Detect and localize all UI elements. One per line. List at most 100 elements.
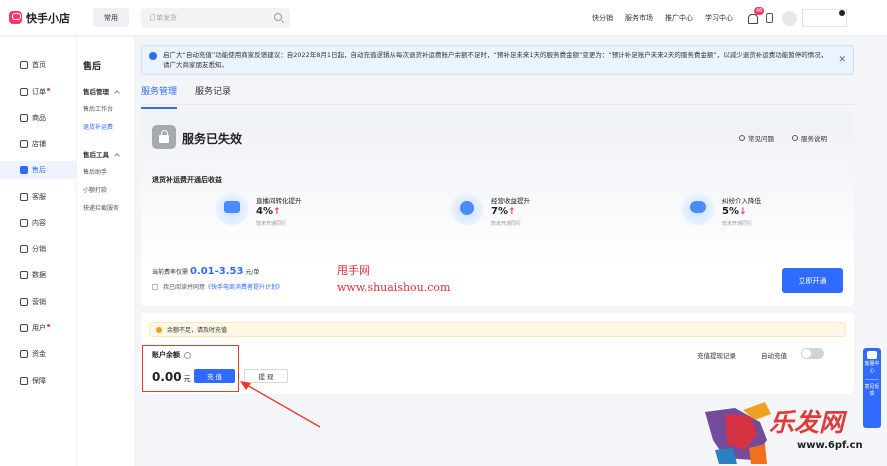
top-nav-link-learn[interactable]: 学习中心: [705, 13, 733, 23]
benefit-note: 较未开通同行: [491, 221, 522, 227]
sidebar-item-label: 售后: [32, 166, 46, 174]
app-logo[interactable]: 快手小店: [9, 10, 87, 26]
sidebar-item-label: 内容: [32, 219, 46, 227]
bell-icon[interactable]: 46: [747, 7, 765, 24]
tab-service-manage[interactable]: 服务管理: [141, 84, 178, 109]
subnav-item-return-freight[interactable]: 退货补运费: [83, 122, 113, 131]
sidebar-item-home[interactable]: 首页: [0, 56, 76, 74]
sidebar-item-label: 分销: [32, 245, 46, 253]
notice-banner: 启广大“自动充值”功能使用商家反馈建议：自2022年8月1日起，自动充值逻辑从每…: [141, 45, 854, 75]
close-icon[interactable]: ✕: [838, 55, 846, 65]
search-placeholder: 订单发货: [149, 13, 177, 22]
common-button[interactable]: 常用: [93, 8, 129, 27]
customer-service-button[interactable]: 客服中心: [863, 361, 881, 375]
status-title: 服务已失效: [182, 132, 243, 146]
top-nav-link-promo[interactable]: 推广中心: [665, 13, 693, 23]
sidebar-item-guarantee[interactable]: 保障: [0, 372, 76, 390]
chart-icon: [20, 271, 28, 279]
recharge-record-link[interactable]: 充值提现记录: [697, 350, 736, 360]
top-nav-link-fenxiao[interactable]: 快分销: [592, 13, 613, 23]
tab-divider: [141, 104, 854, 105]
headset-icon: [867, 351, 877, 359]
account-card: 余额不足，请及时充值 账户余额 0.00 元 充 值 提 现 充值提现记录 自动充…: [141, 313, 854, 394]
search-input[interactable]: 订单发货: [141, 7, 290, 28]
subnav-item-intercept[interactable]: 快递拦截服务: [83, 203, 119, 212]
benefit-item: 纠纷介入降低 5%↓ 较未开通同行: [681, 191, 821, 231]
sidebar-item-funds[interactable]: 资金: [0, 345, 76, 363]
sidebar-item-marketing[interactable]: 营销: [0, 293, 76, 311]
sidebar-item-data[interactable]: 数据: [0, 266, 76, 284]
notice-text: 启广大“自动充值”功能使用商家反馈建议：自2022年8月1日起，自动充值逻辑从每…: [163, 51, 828, 69]
tab-service-records[interactable]: 服务记录: [195, 84, 231, 104]
sidebar-item-products[interactable]: 商品: [0, 109, 76, 127]
aftersale-icon: [20, 166, 28, 174]
question-icon: [739, 135, 745, 141]
subnav-group-tools[interactable]: 售后工具: [83, 149, 120, 159]
kuaishou-logo-icon: [9, 11, 22, 24]
subnav-group-label: 售后管理: [83, 88, 109, 96]
rate-value: 0.01-3.53: [189, 266, 244, 277]
chat-icon: [20, 193, 28, 201]
sidebar-item-label: 店铺: [32, 140, 46, 148]
user-icon: [20, 324, 28, 332]
sidebar-item-aftersale[interactable]: 售后: [0, 161, 76, 179]
watermark-url: www.shuaishou.com: [337, 281, 451, 294]
account-dropdown-icon[interactable]: [839, 10, 845, 16]
benefit-name: 直播间转化提升: [256, 197, 302, 205]
top-nav-link-market[interactable]: 服务市场: [625, 13, 653, 23]
video-icon: [215, 191, 249, 225]
annotation-highlight-box: [142, 345, 239, 392]
sidebar-item-users[interactable]: 用户: [0, 319, 76, 337]
auto-recharge-toggle[interactable]: [801, 348, 824, 359]
benefit-value: 4%↑: [256, 206, 281, 217]
subnav-group-manage[interactable]: 售后管理: [83, 86, 120, 96]
agree-prefix: 我已阅读并同意: [163, 284, 206, 291]
search-icon[interactable]: [274, 12, 282, 21]
auto-recharge-label: 自动充值: [761, 352, 787, 360]
red-dot-badge: [47, 87, 50, 91]
sidebar-item-content[interactable]: 内容: [0, 214, 76, 232]
sidebar: 首页 订单 商品 店铺 售后 客服 内容 分销 数据 营销 用户 资金 保障: [0, 37, 76, 466]
sidebar-item-service[interactable]: 客服: [0, 188, 76, 206]
guide-link[interactable]: 服务说明: [792, 133, 827, 143]
sub-nav: 售后 售后管理 售后工作台 退货补运费 售后工具 售后助手 小额打款 快递拦截服…: [76, 37, 134, 466]
faq-link[interactable]: 常见问题: [739, 133, 774, 143]
tab-bar: 服务管理 服务记录: [141, 84, 249, 109]
benefit-note: 较未开通同行: [256, 221, 287, 227]
top-bar: 快手小店 常用 订单发货 快分销 服务市场 推广中心 学习中心 46: [0, 0, 887, 36]
sidebar-item-orders[interactable]: 订单: [0, 83, 76, 101]
avatar[interactable]: [782, 10, 797, 26]
chevron-up-icon: [114, 90, 120, 96]
withdraw-button[interactable]: 提 现: [244, 369, 288, 383]
warning-icon: [156, 327, 162, 333]
feedback-button[interactable]: 意见反馈: [863, 384, 881, 398]
service-status-card: 服务已失效 常见问题 服务说明 退货补运费开通后收益 直播间转化提升 4%↑ 较…: [141, 113, 854, 306]
rate-prefix: 当前费率仅需: [152, 269, 189, 276]
sidebar-item-label: 用户: [32, 324, 46, 332]
sidebar-item-label: 资金: [32, 350, 46, 358]
sidebar-item-distribution[interactable]: 分销: [0, 240, 76, 258]
content-icon: [20, 219, 28, 227]
benefit-item: 经营收益提升 7%↑ 较未开通同行: [450, 191, 590, 231]
mobile-icon[interactable]: [766, 13, 773, 23]
info-icon: [149, 52, 157, 60]
rate-line: 当前费率仅需 0.01-3.53 元/单: [152, 266, 259, 277]
agreement-link[interactable]: 《快手电商消费者提升计划》: [205, 282, 283, 291]
subnav-item-workbench[interactable]: 售后工作台: [83, 104, 113, 113]
subnav-item-small-payment[interactable]: 小额打款: [83, 185, 107, 194]
subnav-item-assistant[interactable]: 售后助手: [83, 167, 107, 176]
open-now-button[interactable]: 立即开通: [782, 268, 843, 293]
app-title: 快手小店: [26, 11, 70, 25]
faq-label: 常见问题: [748, 135, 774, 143]
sidebar-item-shop[interactable]: 店铺: [0, 135, 76, 153]
order-icon: [20, 88, 28, 96]
benefits-title: 退货补运费开通后收益: [152, 176, 222, 184]
guide-label: 服务说明: [801, 135, 827, 143]
home-icon: [20, 61, 28, 69]
product-icon: [20, 114, 28, 122]
subnav-group-label: 售后工具: [83, 151, 109, 159]
agree-checkbox[interactable]: [152, 283, 158, 290]
sidebar-item-label: 营销: [32, 298, 46, 306]
sidebar-item-label: 保障: [32, 377, 46, 385]
doc-icon: [792, 135, 798, 141]
